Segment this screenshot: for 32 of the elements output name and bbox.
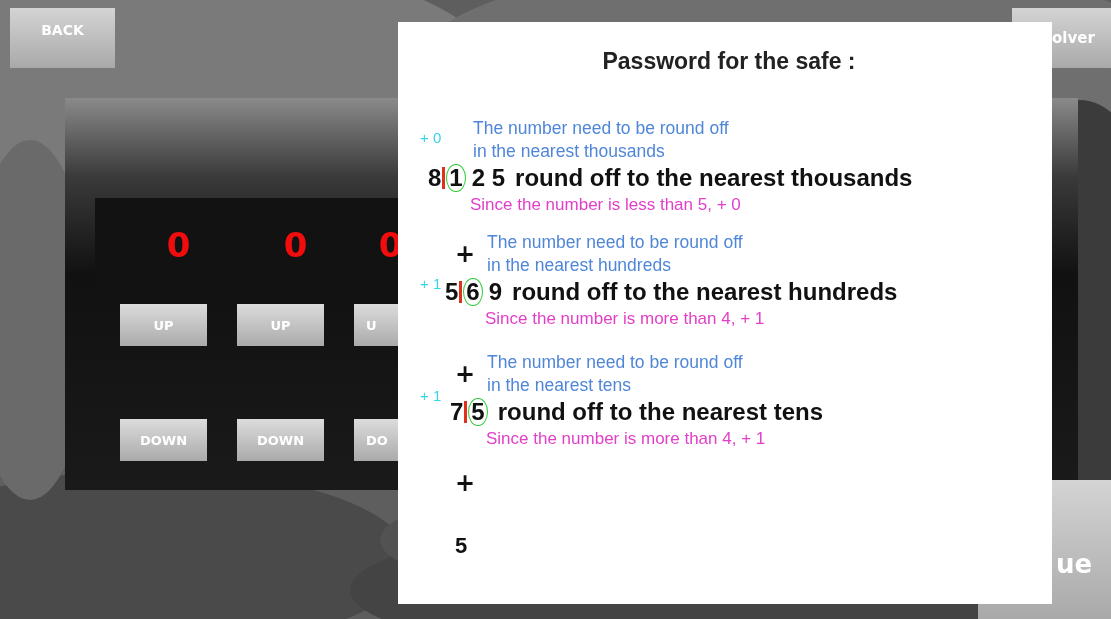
down-button[interactable]: DOWN	[120, 419, 207, 461]
carry-text: + 1	[420, 387, 442, 404]
back-button[interactable]: BACK	[10, 8, 115, 68]
split-marker	[442, 167, 446, 189]
step-text: round off to the nearest thousands	[515, 164, 913, 192]
hint-text: The number need to be round off	[473, 117, 729, 140]
step-text: round off to the nearest hundreds	[512, 278, 898, 306]
reason-text: Since the number is less than 5, + 0	[470, 194, 742, 216]
result-digit: 5	[455, 533, 469, 559]
digit-text: 5	[445, 278, 459, 306]
up-button[interactable]: UP	[237, 304, 324, 346]
hint-text: in the nearest hundreds	[487, 254, 672, 277]
hint-text: in the nearest tens	[487, 374, 632, 397]
digit-text: 9	[488, 278, 503, 306]
digit-text: 2 5	[471, 164, 506, 192]
step-text: round off to the nearest tens	[497, 398, 824, 426]
digit-text: 7	[450, 398, 464, 426]
reason-text: Since the number is more than 4, + 1	[486, 428, 767, 450]
split-marker	[459, 281, 463, 303]
carry-text: + 1	[420, 275, 442, 292]
hint-text: The number need to be round off	[487, 231, 743, 254]
split-marker	[464, 401, 468, 423]
digit-text: 8	[428, 164, 442, 192]
carry-text: + 0	[420, 129, 442, 146]
reason-text: Since the number is more than 4, + 1	[485, 308, 766, 330]
down-button[interactable]: DOWN	[237, 419, 324, 461]
hint-text: in the nearest thousands	[473, 140, 666, 163]
digit: 0	[283, 225, 308, 265]
digit: 0	[166, 225, 191, 265]
up-button[interactable]: UP	[120, 304, 207, 346]
dialog-title: Password for the safe :	[602, 48, 857, 75]
hint-text: The number need to be round off	[487, 351, 743, 374]
